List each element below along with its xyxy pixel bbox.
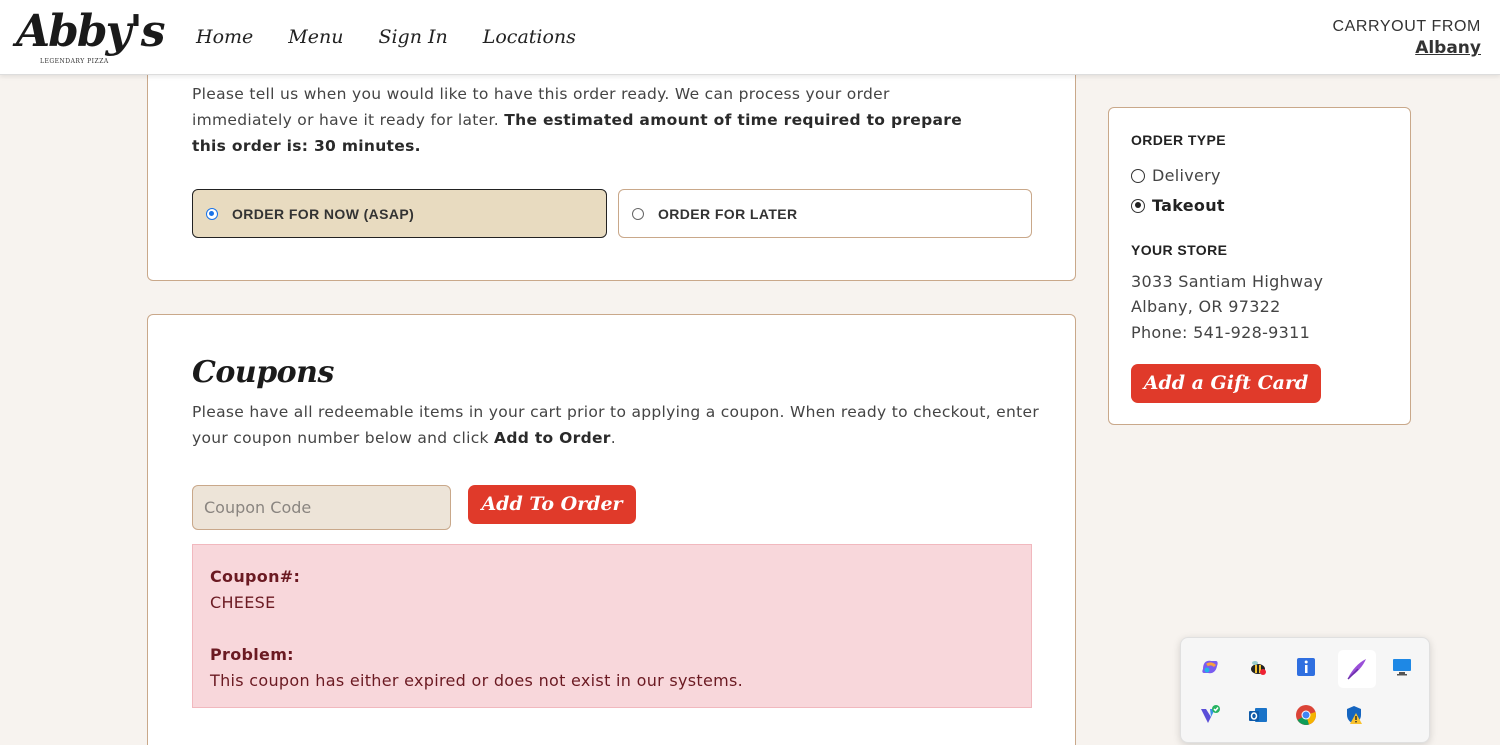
copilot-icon[interactable]	[1198, 655, 1222, 679]
takeout-label: Takeout	[1152, 196, 1225, 215]
problem-heading: Problem:	[210, 645, 294, 664]
store-address-line2: Albany, OR 97322	[1131, 297, 1281, 316]
order-time-description: Please tell us when you would like to ha…	[192, 81, 992, 159]
carryout-info: CARRYOUT FROM Albany	[1332, 18, 1481, 58]
order-time-card: Please tell us when you would like to ha…	[147, 40, 1076, 281]
abbys-logo[interactable]: Abby's LEGENDARY PIZZA	[16, 6, 165, 68]
system-tray-popup	[1180, 637, 1430, 743]
order-now-option[interactable]: ORDER FOR NOW (ASAP)	[192, 189, 607, 238]
site-header: Abby's LEGENDARY PIZZA Home Menu Sign In…	[0, 0, 1500, 75]
radio-empty-icon[interactable]	[1131, 168, 1145, 183]
logo-tagline: LEGENDARY PIZZA	[40, 58, 109, 65]
order-later-label: ORDER FOR LATER	[658, 205, 798, 222]
order-now-label: ORDER FOR NOW (ASAP)	[232, 205, 415, 222]
radio-selected-icon[interactable]	[206, 207, 218, 220]
order-type-heading: ORDER TYPE	[1131, 132, 1227, 148]
bee-icon[interactable]	[1246, 655, 1270, 679]
coupons-title: Coupons	[192, 355, 334, 390]
coupon-error-alert: Coupon#: CHEESE Problem: This coupon has…	[192, 544, 1032, 708]
takeout-option[interactable]: Takeout	[1131, 196, 1225, 215]
add-gift-card-button[interactable]: Add a Gift Card	[1131, 364, 1321, 403]
outlook-icon[interactable]	[1246, 703, 1270, 727]
coupon-number-value: CHEESE	[210, 593, 276, 612]
your-store-heading: YOUR STORE	[1131, 242, 1228, 258]
main-nav: Home Menu Sign In Locations	[196, 26, 576, 48]
add-to-order-button[interactable]: Add To Order	[468, 485, 636, 524]
nav-menu[interactable]: Menu	[288, 26, 343, 48]
order-later-option[interactable]: ORDER FOR LATER	[618, 189, 1032, 238]
coupons-desc-end: .	[610, 429, 616, 447]
order-sidebar: ORDER TYPE Delivery Takeout YOUR STORE 3…	[1108, 107, 1411, 425]
defender-warning-icon[interactable]	[1342, 703, 1366, 727]
nav-locations[interactable]: Locations	[483, 26, 576, 48]
problem-text: This coupon has either expired or does n…	[210, 671, 744, 690]
feather-icon[interactable]	[1338, 650, 1376, 688]
radio-empty-icon[interactable]	[632, 207, 644, 220]
vpn-check-icon[interactable]	[1198, 703, 1222, 727]
monitor-icon[interactable]	[1390, 655, 1414, 679]
coupons-description: Please have all redeemable items in your…	[192, 399, 1052, 451]
delivery-option[interactable]: Delivery	[1131, 166, 1221, 185]
chrome-icon[interactable]	[1294, 703, 1318, 727]
coupons-card: Coupons Please have all redeemable items…	[147, 314, 1076, 745]
delivery-label: Delivery	[1152, 166, 1221, 185]
store-address-line1: 3033 Santiam Highway	[1131, 272, 1324, 291]
radio-selected-icon[interactable]	[1131, 198, 1145, 213]
store-phone: Phone: 541-928-9311	[1131, 323, 1311, 342]
carryout-label: CARRYOUT FROM	[1332, 18, 1481, 35]
nav-sign-in[interactable]: Sign In	[378, 26, 447, 48]
coupon-code-input[interactable]	[192, 485, 451, 530]
nav-home[interactable]: Home	[196, 26, 253, 48]
carryout-city-link[interactable]: Albany	[1415, 38, 1481, 58]
info-icon[interactable]	[1294, 655, 1318, 679]
logo-wordmark: Abby's	[16, 6, 165, 57]
coupons-desc-bold: Add to Order	[494, 429, 611, 447]
coupon-number-heading: Coupon#:	[210, 567, 301, 586]
